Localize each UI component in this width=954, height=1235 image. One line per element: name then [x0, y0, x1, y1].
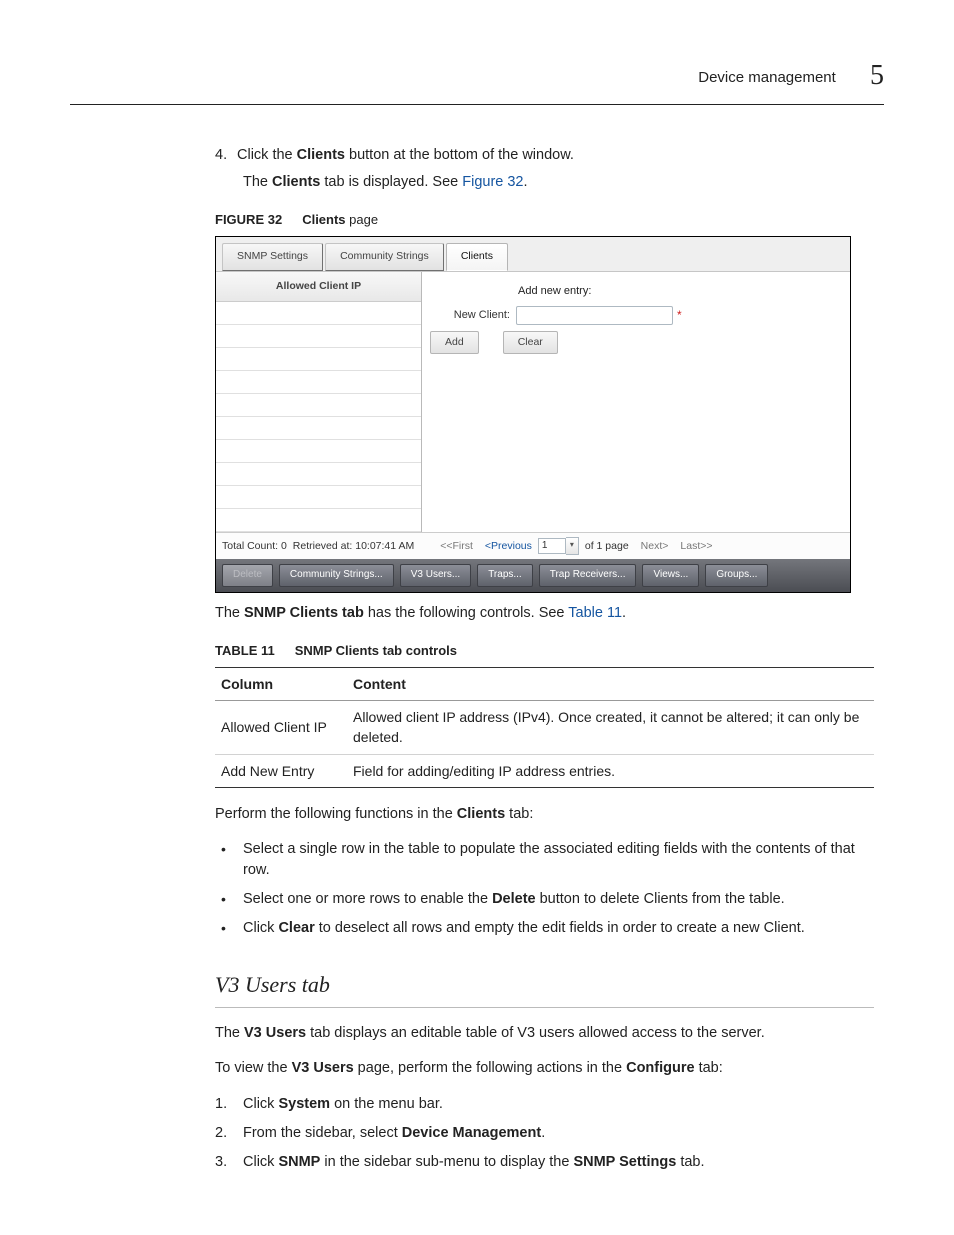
table-caption: TABLE 11SNMP Clients tab controls — [215, 642, 874, 661]
table-row: Allowed Client IP Allowed client IP addr… — [215, 700, 874, 754]
table-row[interactable] — [216, 440, 421, 463]
figure-tabs: SNMP Settings Community Strings Clients — [216, 237, 850, 271]
bullet-2: Select one or more rows to enable the De… — [215, 889, 874, 910]
page-header: Device management 5 — [70, 60, 884, 105]
perform-para: Perform the following functions in the C… — [215, 804, 874, 825]
clear-button[interactable]: Clear — [503, 331, 558, 354]
table-row[interactable] — [216, 371, 421, 394]
table-11: Column Content Allowed Client IP Allowed… — [215, 667, 874, 788]
table-11-link[interactable]: Table 11 — [568, 605, 622, 621]
tab-clients[interactable]: Clients — [446, 243, 508, 271]
footer-toolbar: Delete Community Strings... V3 Users... … — [216, 559, 850, 592]
delete-button[interactable]: Delete — [222, 564, 273, 587]
table-row: Add New Entry Field for adding/editing I… — [215, 754, 874, 787]
step-number: 4. — [215, 145, 237, 166]
pager-next[interactable]: Next> — [641, 539, 669, 554]
table-row[interactable] — [216, 417, 421, 440]
table-row[interactable] — [216, 463, 421, 486]
new-client-input[interactable] — [516, 306, 673, 325]
pager-page-input[interactable]: 1 — [538, 538, 566, 554]
step-4-body: The Clients tab is displayed. See Figure… — [271, 172, 874, 193]
new-client-label: New Client: — [430, 308, 510, 324]
allowed-client-ip-header: Allowed Client IP — [216, 272, 421, 302]
traps-button[interactable]: Traps... — [477, 564, 533, 587]
pager-first[interactable]: <<First — [440, 539, 473, 554]
v3-step-3: 3.Click SNMP in the sidebar sub-menu to … — [215, 1152, 874, 1173]
pager-dropdown-icon[interactable]: ▾ — [566, 537, 579, 555]
th-content: Content — [347, 667, 874, 700]
section-title: Device management — [698, 69, 836, 86]
para-after-figure: The SNMP Clients tab has the following c… — [215, 603, 874, 624]
tab-snmp-settings[interactable]: SNMP Settings — [222, 243, 323, 271]
allowed-client-ip-col: Allowed Client IP — [216, 272, 422, 532]
v3-intro: The V3 Users tab displays an editable ta… — [215, 1023, 874, 1044]
retrieved-at: Retrieved at: 10:07:41 AM — [293, 539, 414, 554]
figure-caption: FIGURE 32Clients page — [215, 211, 874, 230]
figure-32: SNMP Settings Community Strings Clients … — [215, 236, 851, 593]
th-column: Column — [215, 667, 347, 700]
trap-receivers-button[interactable]: Trap Receivers... — [539, 564, 637, 587]
table-row[interactable] — [216, 302, 421, 325]
add-button[interactable]: Add — [430, 331, 479, 354]
figure-32-link[interactable]: Figure 32 — [462, 174, 523, 190]
required-asterisk-icon: * — [677, 307, 682, 324]
table-row[interactable] — [216, 348, 421, 371]
chapter-number: 5 — [870, 60, 884, 91]
table-row[interactable] — [216, 486, 421, 509]
pager-of-pages: of 1 page — [585, 539, 629, 554]
pager-last[interactable]: Last>> — [680, 539, 712, 554]
views-button[interactable]: Views... — [642, 564, 699, 587]
table-row[interactable] — [216, 394, 421, 417]
total-count: Total Count: 0 — [222, 539, 287, 554]
v3-to-view: To view the V3 Users page, perform the f… — [215, 1058, 874, 1079]
v3-users-button[interactable]: V3 Users... — [400, 564, 471, 587]
tab-community-strings[interactable]: Community Strings — [325, 243, 444, 271]
status-bar: Total Count: 0 Retrieved at: 10:07:41 AM… — [216, 532, 850, 559]
community-strings-button[interactable]: Community Strings... — [279, 564, 394, 587]
bullet-3: Click Clear to deselect all rows and emp… — [215, 918, 874, 939]
client-ip-list[interactable] — [216, 302, 421, 532]
heading-v3-users: V3 Users tab — [215, 969, 874, 1008]
v3-step-1: 1.Click System on the menu bar. — [215, 1094, 874, 1115]
step-4: 4.Click the Clients button at the bottom… — [215, 145, 874, 193]
table-row[interactable] — [216, 325, 421, 348]
v3-step-2: 2.From the sidebar, select Device Manage… — [215, 1123, 874, 1144]
groups-button[interactable]: Groups... — [705, 564, 768, 587]
bullet-1: Select a single row in the table to popu… — [215, 839, 874, 881]
table-row[interactable] — [216, 509, 421, 532]
pager-previous[interactable]: <Previous — [485, 539, 532, 554]
add-new-entry-label: Add new entry: — [518, 284, 842, 300]
